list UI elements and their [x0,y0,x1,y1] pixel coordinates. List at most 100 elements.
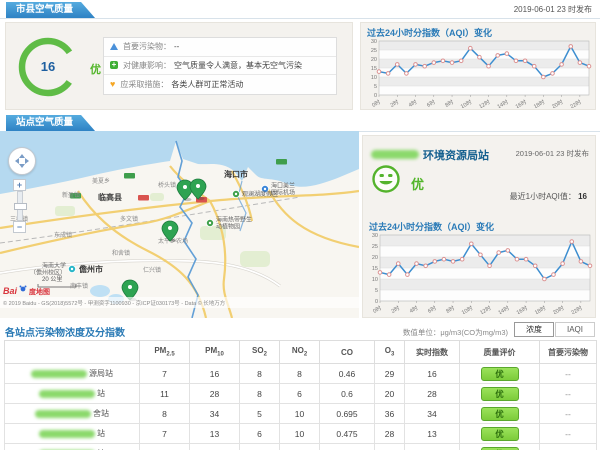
table-title: 各站点污染物浓度及分指数 [5,324,125,339]
station-name-cell: 源局站 [5,364,140,384]
value-cell: 28 [375,424,405,444]
pan-down-icon[interactable] [19,164,25,171]
health-icon: + [110,61,118,69]
city-aqi-panel: 16 优 首要污染物： -- + 对健康影响： 空气质量令人满意，基本无空气污染… [5,22,353,110]
blurred-station-name [371,150,419,159]
value-cell: 24 [405,444,460,450]
svg-text:6时: 6时 [425,98,437,108]
svg-text:12时: 12时 [477,98,491,108]
value-cell: 20 [375,384,405,404]
recent-aqi: 最近1小时AQI值： 16 [510,191,587,202]
map-town-label: 新盈镇 [62,191,80,199]
value-cell: 7 [140,424,190,444]
station-name-cell: 站 [5,384,140,404]
map-poi-label: 海口美兰 [271,182,295,190]
primary-pollutant-cell: -- [540,424,597,444]
aqi-value: 16 [16,35,80,99]
svg-text:12时: 12时 [478,304,492,314]
table-row[interactable]: 站9246210.181924优-- [5,444,597,450]
svg-text:Bai: Bai [3,286,18,296]
toggle-iaqi[interactable]: IAQI [555,322,595,337]
station-detail-panel: 环境资源局站 2019-06-01 23 时发布 优 最近1小时AQI值： 16… [362,135,596,318]
station-grade: 优 [411,174,424,193]
svg-text:14时: 14时 [496,98,510,108]
heart-icon: ♥ [110,80,115,89]
svg-text:8时: 8时 [444,304,456,314]
zoom-slider-track[interactable] [17,191,23,221]
map-poi-label: 海南大学 [42,262,66,270]
value-cell: 36 [375,404,405,424]
map-scale-label: 20 公里 [42,276,62,283]
column-header: CO [320,341,375,364]
table-header-bar: 各站点污染物浓度及分指数 数值单位：μg/m3(CO为mg/m3) 浓度 IAQ… [0,322,600,338]
station-published-time: 2019-06-01 23 时发布 [516,148,589,159]
grade-cell: 优 [460,404,540,424]
station-header: 环境资源局站 2019-06-01 23 时发布 [371,146,589,160]
info-label: 应采取措施： [120,79,168,90]
svg-text:8时: 8时 [443,98,455,108]
info-label: 首要污染物： [123,41,171,52]
station-name: 环境资源局站 [423,150,489,162]
toggle-concentration[interactable]: 浓度 [514,322,554,337]
column-header: O3 [375,341,405,364]
column-header: 实时指数 [405,341,460,364]
station-name-suffix: 站 [97,429,105,438]
column-header: NO2 [280,341,320,364]
pollutant-icon [110,43,118,50]
svg-text:4时: 4时 [408,304,420,314]
unit-note: 数值单位：μg/m3(CO为mg/m3) [403,327,508,338]
value-cell: 5 [240,404,280,424]
city-aqi-line-chart: 0510152025300时2时4时6时8时10时12时14时16时18时20时… [364,38,594,108]
pan-up-icon[interactable] [19,151,25,158]
published-time: 2019-06-01 23 时发布 [514,4,592,15]
map-city-label: 临高县 [98,192,122,202]
tab-station-air-quality: 站点空气质量 [6,115,95,131]
map-town-label: 美夏乡 [92,177,110,185]
table-row[interactable]: 源局站716880.462916优-- [5,364,597,384]
map-zoom-control[interactable]: + − [13,179,27,233]
svg-text:22时: 22时 [570,304,584,314]
info-value: -- [174,42,179,51]
value-cell: 28 [190,384,240,404]
station-section-header: 站点空气质量 [0,113,600,132]
map-poi-label: （儋州校区） [30,269,66,277]
pan-left-icon[interactable] [12,158,19,164]
svg-text:0时: 0时 [370,98,382,108]
table-row[interactable]: 站7136100.4752813优-- [5,424,597,444]
value-cell: 28 [405,384,460,404]
value-cell: 29 [375,364,405,384]
baidu-map-canvas[interactable]: 美夏乡新盈镇桥头镇三都镇东成镇多文镇和舍镇仁兴镇南丰镇太平乡农场海口市儋州市临高… [0,131,359,318]
grade-badge: 优 [481,367,519,381]
zoom-slider-handle[interactable] [14,203,27,210]
zoom-out-button[interactable]: − [13,221,26,233]
value-cell: 0.475 [320,424,375,444]
svg-text:0时: 0时 [371,304,383,314]
primary-pollutant-cell: -- [540,384,597,404]
zoom-in-button[interactable]: + [13,179,26,191]
table-row[interactable]: 舍站8345100.6953634优-- [5,404,597,424]
map-poi-label: 海南热带野生 [216,216,252,224]
value-cell: 0.6 [320,384,375,404]
value-cell: 16 [190,364,240,384]
svg-text:2时: 2时 [389,98,401,108]
recent-aqi-label: 最近1小时AQI值： [510,192,576,201]
column-header: 质量评价 [460,341,540,364]
value-cell: 6 [240,444,280,450]
table-row[interactable]: 站1128860.62028优-- [5,384,597,404]
column-header: PM2.5 [140,341,190,364]
station-name-suffix: 源局站 [89,369,113,378]
aqi-info-box: 首要污染物： -- + 对健康影响： 空气质量令人满意，基本无空气污染 ♥ 应采… [103,37,337,95]
value-cell: 8 [280,364,320,384]
svg-text:16时: 16时 [514,98,528,108]
tab-city-air-quality: 市县空气质量 [6,2,95,18]
column-header: 首要污染物 [540,341,597,364]
svg-text:20: 20 [372,255,378,261]
info-row-measures: ♥ 应采取措施： 各类人群可正常活动 [104,75,336,94]
grade-cell: 优 [460,424,540,444]
pan-right-icon[interactable] [25,158,32,164]
svg-text:20时: 20时 [550,98,564,108]
map[interactable]: 美夏乡新盈镇桥头镇三都镇东成镇多文镇和舍镇仁兴镇南丰镇太平乡农场海口市儋州市临高… [0,131,359,318]
map-pan-control[interactable] [8,147,36,175]
map-town-label: 东成镇 [54,231,72,239]
info-label: 对健康影响： [123,60,171,71]
